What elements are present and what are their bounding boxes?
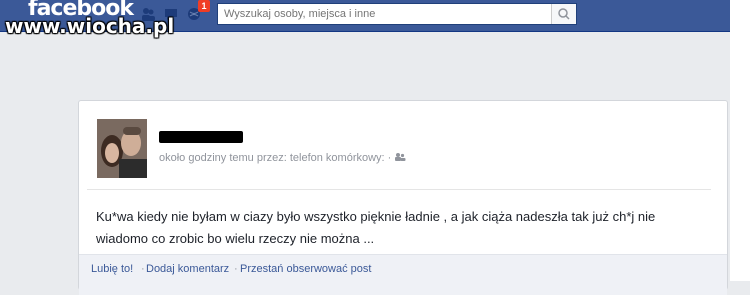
post-meta: około godziny temu przez: telefon komórk… — [159, 152, 406, 164]
unfollow-post-link[interactable]: Przestań obserwować post — [240, 263, 371, 275]
divider — [87, 189, 711, 190]
search-icon — [558, 8, 570, 20]
author-name-redacted[interactable] — [159, 131, 243, 143]
audience-friends-icon[interactable] — [394, 152, 406, 162]
separator: · — [234, 263, 238, 275]
search-button[interactable] — [551, 4, 576, 24]
right-edge — [730, 0, 750, 281]
post-text: Ku*wa kiedy nie byłam w ciazy było wszys… — [96, 209, 656, 246]
post-meta-text: około godziny temu przez: telefon komórk… — [159, 152, 392, 164]
post-card: około godziny temu przez: telefon komórk… — [78, 100, 728, 295]
separator: · — [141, 263, 145, 275]
watermark: www.wiocha.pl — [5, 14, 175, 38]
search-bar — [217, 3, 577, 25]
search-input[interactable] — [218, 4, 548, 24]
like-link[interactable]: Lubię to! — [91, 263, 133, 275]
post-actions-bar: Lubię to! · Dodaj komentarz · Przestań o… — [79, 254, 727, 295]
add-comment-link[interactable]: Dodaj komentarz — [146, 263, 229, 275]
avatar[interactable] — [97, 119, 147, 178]
notification-badge[interactable]: 1 — [198, 0, 210, 12]
